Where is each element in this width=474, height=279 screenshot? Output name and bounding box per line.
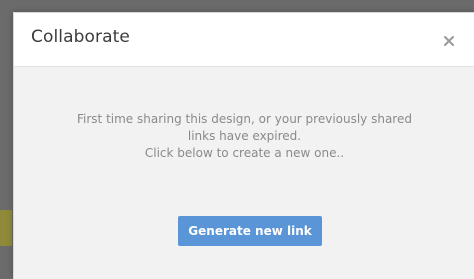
background-element xyxy=(0,210,12,246)
message-line-3: Click below to create a new one.. xyxy=(144,146,345,160)
close-button[interactable] xyxy=(443,27,463,51)
generate-new-link-button[interactable]: Generate new link xyxy=(178,216,322,246)
dialog-title: Collaborate xyxy=(31,27,130,47)
collaborate-dialog: Collaborate First time sharing this desi… xyxy=(13,12,474,279)
share-message: First time sharing this design, or your … xyxy=(14,111,474,162)
dialog-body: First time sharing this design, or your … xyxy=(14,67,474,279)
dialog-header: Collaborate xyxy=(14,13,474,67)
message-line-1: First time sharing this design, or your … xyxy=(77,112,412,126)
message-line-2: links have expired. xyxy=(187,129,302,143)
close-icon xyxy=(444,36,454,46)
